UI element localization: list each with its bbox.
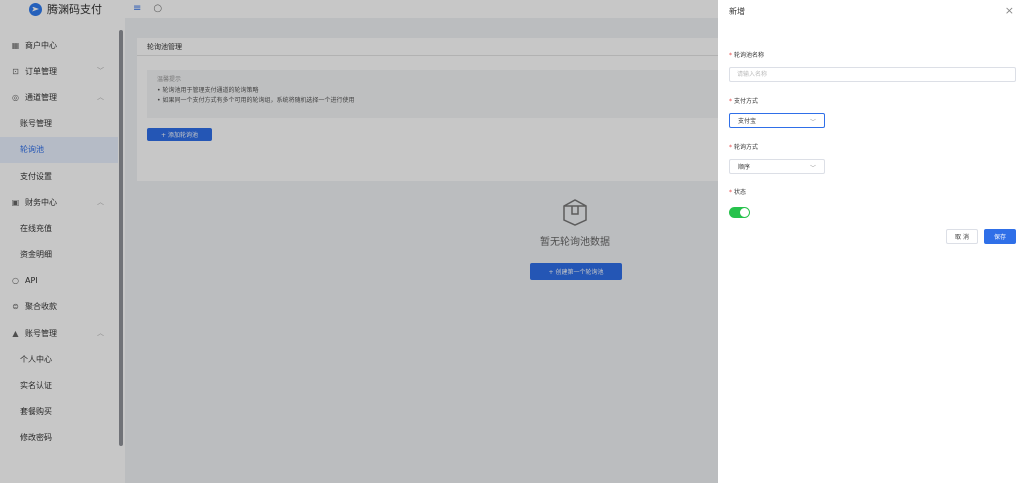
pay-method-select[interactable]: 支付宝 ﹀ xyxy=(729,113,825,128)
poll-mode-label-text: 轮询方式 xyxy=(734,144,759,151)
status-label-text: 状态 xyxy=(734,189,747,196)
pay-method-label: * 支付方式 xyxy=(729,96,758,105)
name-label: * 轮询池名称 xyxy=(729,50,764,59)
status-label: * 状态 xyxy=(729,187,746,196)
save-button[interactable]: 保存 xyxy=(984,229,1016,244)
pay-method-label-text: 支付方式 xyxy=(734,98,759,105)
required-mark: * xyxy=(729,52,732,59)
drawer-title: 新增 xyxy=(729,7,745,16)
cancel-button[interactable]: 取 消 xyxy=(946,229,978,244)
name-input[interactable] xyxy=(729,67,1016,82)
add-drawer: 新增 × *轮询池名称 *支付方式 支付宝 ﹀ *轮询方式 顺序 ﹀ *状态 取… xyxy=(718,0,1024,483)
status-toggle[interactable] xyxy=(729,207,750,218)
poll-mode-select[interactable]: 顺序 ﹀ xyxy=(729,159,825,174)
close-icon[interactable]: × xyxy=(1005,4,1014,17)
chevron-down-icon: ﹀ xyxy=(809,119,816,126)
toggle-knob xyxy=(740,208,749,217)
name-label-text: 轮询池名称 xyxy=(734,52,765,59)
required-mark: * xyxy=(729,98,732,105)
poll-mode-label: * 轮询方式 xyxy=(729,142,758,151)
required-mark: * xyxy=(729,144,732,151)
chevron-down-icon: ﹀ xyxy=(809,165,816,172)
poll-mode-value: 顺序 xyxy=(738,164,751,171)
required-mark: * xyxy=(729,189,732,196)
pay-method-value: 支付宝 xyxy=(738,118,757,125)
modal-overlay[interactable] xyxy=(0,0,718,483)
